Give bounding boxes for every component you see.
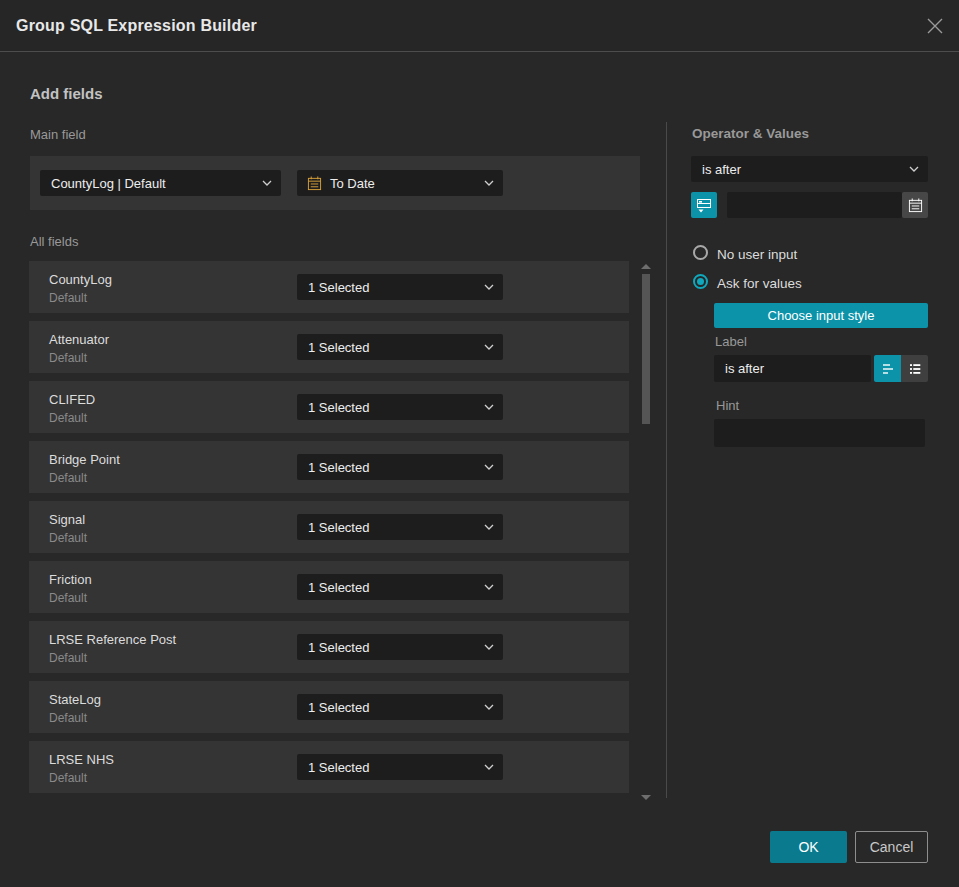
field-name: Bridge Point [49,452,120,467]
chevron-down-icon [484,464,494,470]
field-row: Attenuator Default 1 Selected [29,321,629,373]
main-field-dropdown[interactable]: CountyLog | Default [40,170,281,196]
field-row: Friction Default 1 Selected [29,561,629,613]
field-row: CLIFED Default 1 Selected [29,381,629,433]
field-type: Default [49,291,87,305]
hint-caption: Hint [716,398,739,413]
textbox-style-button[interactable] [874,355,901,382]
date-picker-button[interactable] [902,192,928,218]
field-row: LRSE NHS Default 1 Selected [29,741,629,793]
field-name: Signal [49,512,85,527]
ask-for-values-label: Ask for values [717,276,802,291]
field-selection-dropdown[interactable]: 1 Selected [297,514,503,540]
field-type: Default [49,531,87,545]
field-selection-value: 1 Selected [297,520,484,535]
scrollbar-thumb[interactable] [642,274,650,424]
chevron-down-icon [484,584,494,590]
field-selection-dropdown[interactable]: 1 Selected [297,274,503,300]
list-icon [907,361,923,377]
unique-values-icon [695,196,713,214]
vertical-divider [666,122,667,798]
field-selection-value: 1 Selected [297,580,484,595]
field-selection-value: 1 Selected [297,340,484,355]
field-type: Default [49,411,87,425]
chevron-down-icon [484,180,494,186]
cancel-button[interactable]: Cancel [855,831,928,863]
operator-dropdown-value: is after [691,162,909,177]
label-caption: Label [715,334,747,349]
all-fields-label: All fields [30,234,78,249]
field-selection-value: 1 Selected [297,400,484,415]
no-user-input-label: No user input [717,247,797,262]
label-input[interactable] [714,355,871,382]
field-selection-dropdown[interactable]: 1 Selected [297,634,503,660]
chevron-down-icon [909,166,919,172]
field-row: LRSE Reference Post Default 1 Selected [29,621,629,673]
field-selection-value: 1 Selected [297,640,484,655]
field-type: Default [49,711,87,725]
field-selection-dropdown[interactable]: 1 Selected [297,754,503,780]
field-name: CountyLog [49,272,112,287]
chevron-down-icon [484,644,494,650]
hint-input[interactable] [714,419,925,447]
field-row: Signal Default 1 Selected [29,501,629,553]
field-type: Default [49,471,87,485]
scrollbar-up-arrow[interactable] [641,264,651,269]
field-selection-dropdown[interactable]: 1 Selected [297,694,503,720]
field-name: Friction [49,572,92,587]
list-style-button[interactable] [901,355,928,382]
chevron-down-icon [484,764,494,770]
field-type: Default [49,591,87,605]
titlebar: Group SQL Expression Builder [0,0,959,52]
choose-input-style-button[interactable]: Choose input style [714,303,928,328]
main-field-dropdown-value: CountyLog | Default [40,176,262,191]
ask-for-values-radio[interactable] [693,274,708,289]
dialog-title: Group SQL Expression Builder [16,0,257,52]
group-sql-expression-builder-dialog: Group SQL Expression Builder Add fields … [0,0,959,887]
field-name: LRSE NHS [49,752,114,767]
chevron-down-icon [484,344,494,350]
field-name: LRSE Reference Post [49,632,176,647]
scrollbar-down-arrow[interactable] [641,795,651,800]
field-name: CLIFED [49,392,95,407]
calendar-icon [307,176,322,191]
field-row: Bridge Point Default 1 Selected [29,441,629,493]
main-field-label: Main field [30,127,86,142]
chevron-down-icon [484,404,494,410]
field-selection-dropdown[interactable]: 1 Selected [297,574,503,600]
field-selection-value: 1 Selected [297,460,484,475]
operator-values-heading: Operator & Values [692,126,809,141]
value-input[interactable] [727,192,902,218]
operator-dropdown[interactable]: is after [691,156,928,182]
field-type: Default [49,651,87,665]
no-user-input-radio[interactable] [693,245,708,260]
field-type: Default [49,771,87,785]
date-mode-dropdown[interactable]: To Date [297,170,503,196]
chevron-down-icon [262,180,272,186]
field-row: CountyLog Default 1 Selected [29,261,629,313]
field-selection-dropdown[interactable]: 1 Selected [297,334,503,360]
field-selection-dropdown[interactable]: 1 Selected [297,394,503,420]
field-selection-value: 1 Selected [297,280,484,295]
calendar-icon [908,198,923,213]
chevron-down-icon [484,284,494,290]
field-name: StateLog [49,692,101,707]
chevron-down-icon [484,524,494,530]
main-field-box: CountyLog | Default To Date [30,156,640,210]
field-selection-dropdown[interactable]: 1 Selected [297,454,503,480]
close-icon[interactable] [926,17,944,35]
ok-button[interactable]: OK [770,831,847,863]
textbox-icon [880,361,896,377]
date-mode-dropdown-value: To Date [322,176,484,191]
field-selection-value: 1 Selected [297,700,484,715]
field-selection-value: 1 Selected [297,760,484,775]
field-row: StateLog Default 1 Selected [29,681,629,733]
field-name: Attenuator [49,332,109,347]
add-fields-heading: Add fields [30,85,103,102]
chevron-down-icon [484,704,494,710]
field-type: Default [49,351,87,365]
unique-values-icon-button[interactable] [691,192,717,218]
